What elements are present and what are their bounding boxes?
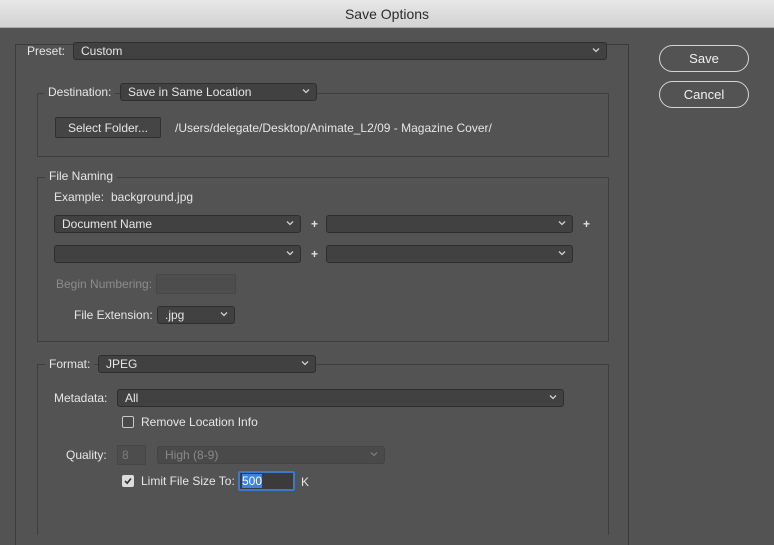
begin-numbering-label: Begin Numbering: (56, 277, 153, 291)
cancel-button-label: Cancel (683, 87, 725, 102)
save-button[interactable]: Save (659, 45, 749, 72)
chevron-down-icon (549, 395, 557, 400)
metadata-value: All (125, 391, 139, 405)
remove-location-label: Remove Location Info (141, 415, 258, 429)
remove-location-checkbox[interactable] (122, 416, 134, 428)
naming-field-3[interactable] (54, 245, 301, 263)
format-select[interactable]: JPEG (98, 355, 316, 373)
chevron-down-icon (558, 221, 566, 226)
limit-file-size-unit: K (301, 475, 310, 489)
select-folder-button[interactable]: Select Folder... (55, 117, 161, 138)
file-extension-select[interactable]: .jpg (157, 306, 235, 324)
chevron-down-icon (592, 48, 600, 53)
limit-file-size-label: Limit File Size To: (141, 474, 235, 488)
plus-separator: + (311, 247, 319, 261)
chevron-down-icon (302, 89, 310, 94)
limit-file-size-value: 500 (242, 474, 263, 488)
destination-value: Save in Same Location (128, 85, 252, 99)
window-title: Save Options (344, 5, 430, 22)
quality-preset-value: High (8-9) (165, 448, 219, 462)
naming-field-4[interactable] (326, 245, 573, 263)
chevron-down-icon (286, 221, 294, 226)
naming-field-1-value: Document Name (62, 217, 153, 231)
select-folder-label: Select Folder... (67, 120, 149, 135)
file-naming-title: File Naming (45, 169, 118, 183)
example-label: Example: (54, 190, 105, 204)
naming-field-2[interactable] (326, 215, 573, 233)
chevron-down-icon (558, 251, 566, 256)
file-extension-value: .jpg (165, 308, 185, 322)
example-value: background.jpg (111, 190, 194, 204)
preset-label: Preset: (27, 44, 66, 58)
plus-separator: + (311, 217, 319, 231)
preset-value: Custom (81, 44, 123, 58)
quality-preset-select[interactable]: High (8-9) (157, 446, 385, 464)
limit-file-size-input[interactable]: 500 (238, 471, 295, 491)
format-value: JPEG (106, 357, 138, 371)
quality-label: Quality: (66, 448, 107, 462)
quality-input[interactable]: 8 (117, 445, 146, 465)
chevron-down-icon (370, 452, 378, 457)
plus-separator: + (583, 217, 591, 231)
title-bar: Save Options (0, 0, 774, 28)
file-extension-label: File Extension: (74, 308, 153, 322)
chevron-down-icon (286, 251, 294, 256)
chevron-down-icon (220, 312, 228, 317)
limit-file-size-checkbox[interactable] (122, 475, 134, 487)
preset-select[interactable]: Custom (73, 42, 607, 60)
chevron-down-icon (301, 361, 309, 366)
metadata-label: Metadata: (54, 391, 108, 405)
cancel-button[interactable]: Cancel (659, 81, 749, 108)
destination-select[interactable]: Save in Same Location (120, 83, 317, 101)
destination-path: /Users/delegate/Desktop/Animate_L2/09 - … (175, 121, 492, 135)
format-label: Format: (45, 357, 95, 371)
save-button-label: Save (689, 51, 719, 66)
metadata-select[interactable]: All (117, 389, 564, 407)
checkmark-icon (124, 477, 132, 485)
begin-numbering-input[interactable] (156, 274, 236, 294)
naming-field-1[interactable]: Document Name (54, 215, 301, 233)
destination-label: Destination: (44, 85, 116, 99)
